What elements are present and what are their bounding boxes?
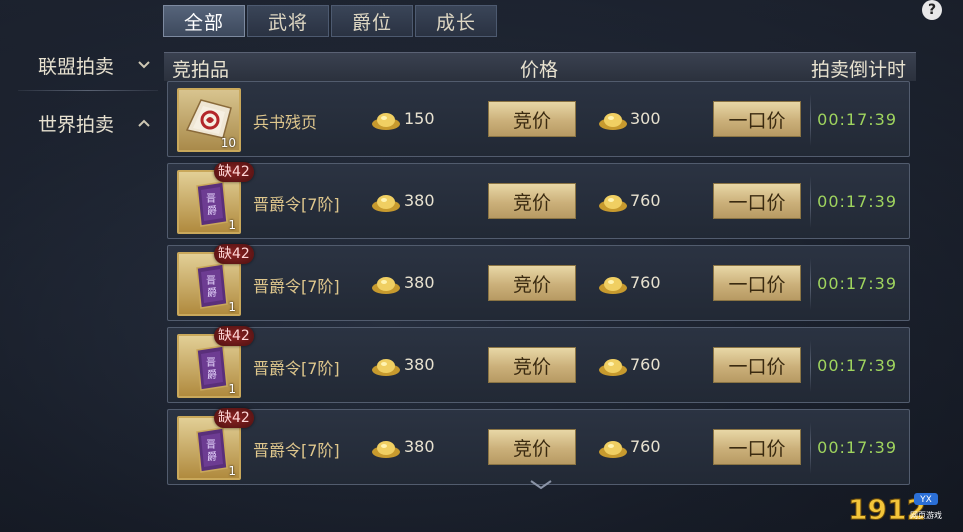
list-header: 竞拍品 价格 拍卖倒计时 <box>164 52 916 81</box>
item-count: 1 <box>228 382 236 396</box>
countdown-timer: 00:17:39 <box>817 192 897 211</box>
svg-text:爵: 爵 <box>207 286 217 299</box>
auction-row: 晋 爵 1 缺42 晋爵令[7阶] 380 竞价 760 一口价 00:17:3… <box>167 326 910 403</box>
logo-badge: YX <box>919 495 932 505</box>
scroll-down-icon[interactable] <box>530 480 552 490</box>
auction-row: 10 兵书残页 150 竞价 300 一口价 00:17:39 <box>167 81 910 157</box>
sidebar-item-label: 联盟拍卖 <box>38 55 115 78</box>
sidebar-item-alliance-auction[interactable]: 联盟拍卖 <box>18 40 158 90</box>
book-fragment-icon[interactable]: 10 <box>177 88 241 152</box>
item-count: 1 <box>228 300 236 314</box>
shortage-badge: 缺42 <box>214 326 254 346</box>
sidebar-item-label: 世界拍卖 <box>38 113 115 136</box>
buyout-button[interactable]: 一口价 <box>713 101 801 137</box>
header-item: 竞拍品 <box>172 59 230 81</box>
auction-list: 10 兵书残页 150 竞价 300 一口价 00:17:39 晋 爵 1 缺4… <box>167 81 910 491</box>
sidebar-divider <box>18 90 158 91</box>
bid-button[interactable]: 竞价 <box>488 347 576 383</box>
bid-price: 150 <box>404 109 435 128</box>
buyout-button[interactable]: 一口价 <box>713 429 801 465</box>
buyout-price: 760 <box>630 273 661 292</box>
gold-ingot-icon <box>372 441 400 458</box>
bid-button[interactable]: 竞价 <box>488 101 576 137</box>
sidebar-item-world-auction[interactable]: 世界拍卖 <box>18 98 158 148</box>
bid-button[interactable]: 竞价 <box>488 429 576 465</box>
gold-ingot-icon <box>599 359 627 376</box>
item-count: 10 <box>220 136 236 150</box>
countdown-timer: 00:17:39 <box>817 438 897 457</box>
category-tabs: 全部 武将 爵位 成长 <box>163 5 497 37</box>
header-price: 价格 <box>520 59 559 81</box>
sidebar: 联盟拍卖 世界拍卖 <box>18 40 158 148</box>
gold-ingot-icon <box>372 277 400 294</box>
item-name: 晋爵令[7阶] <box>253 359 340 378</box>
site-logo: 1912 YX 网页游戏 <box>848 493 942 526</box>
divider <box>810 340 811 392</box>
svg-text:爵: 爵 <box>207 450 217 463</box>
buyout-price: 300 <box>630 109 661 128</box>
shortage-badge: 缺42 <box>214 408 254 428</box>
chevron-down-icon <box>138 57 150 73</box>
svg-text:晋: 晋 <box>206 275 216 287</box>
svg-text:晋: 晋 <box>206 357 216 369</box>
logo-sub: 网页游戏 <box>910 510 942 520</box>
divider <box>810 422 811 474</box>
auction-row: 晋 爵 1 缺42 晋爵令[7阶] 380 竞价 760 一口价 00:17:3… <box>167 162 910 239</box>
bid-button[interactable]: 竞价 <box>488 183 576 219</box>
buyout-button[interactable]: 一口价 <box>713 265 801 301</box>
auction-row: 晋 爵 1 缺42 晋爵令[7阶] 380 竞价 760 一口价 00:17:3… <box>167 408 910 485</box>
buyout-button[interactable]: 一口价 <box>713 183 801 219</box>
countdown-timer: 00:17:39 <box>817 356 897 375</box>
item-name: 晋爵令[7阶] <box>253 195 340 214</box>
divider <box>810 176 811 228</box>
gold-ingot-icon <box>372 113 400 130</box>
header-timer: 拍卖倒计时 <box>810 59 906 81</box>
gold-ingot-icon <box>599 195 627 212</box>
tab-growth[interactable]: 成长 <box>415 5 497 37</box>
gold-ingot-icon <box>599 113 627 130</box>
gold-ingot-icon <box>372 195 400 212</box>
tab-generals[interactable]: 武将 <box>247 5 329 37</box>
tab-titles[interactable]: 爵位 <box>331 5 413 37</box>
bid-button[interactable]: 竞价 <box>488 265 576 301</box>
bid-price: 380 <box>404 273 435 292</box>
chevron-up-icon <box>138 115 150 131</box>
item-name: 晋爵令[7阶] <box>253 277 340 296</box>
item-count: 1 <box>228 464 236 478</box>
bid-price: 380 <box>404 355 435 374</box>
svg-text:晋: 晋 <box>206 193 216 205</box>
countdown-timer: 00:17:39 <box>817 110 897 129</box>
countdown-timer: 00:17:39 <box>817 274 897 293</box>
svg-text:晋: 晋 <box>206 439 216 451</box>
svg-text:爵: 爵 <box>207 368 217 381</box>
divider <box>810 94 811 146</box>
bid-price: 380 <box>404 191 435 210</box>
divider <box>810 258 811 310</box>
item-name: 兵书残页 <box>253 113 318 132</box>
buyout-price: 760 <box>630 355 661 374</box>
svg-text:爵: 爵 <box>207 204 217 217</box>
gold-ingot-icon <box>372 359 400 376</box>
help-icon[interactable]: ? <box>922 0 942 20</box>
bid-price: 380 <box>404 437 435 456</box>
auction-row: 晋 爵 1 缺42 晋爵令[7阶] 380 竞价 760 一口价 00:17:3… <box>167 244 910 321</box>
buyout-price: 760 <box>630 437 661 456</box>
buyout-price: 760 <box>630 191 661 210</box>
tab-all[interactable]: 全部 <box>163 5 245 37</box>
item-count: 1 <box>228 218 236 232</box>
shortage-badge: 缺42 <box>214 162 254 182</box>
shortage-badge: 缺42 <box>214 244 254 264</box>
buyout-button[interactable]: 一口价 <box>713 347 801 383</box>
gold-ingot-icon <box>599 441 627 458</box>
gold-ingot-icon <box>599 277 627 294</box>
item-name: 晋爵令[7阶] <box>253 441 340 460</box>
